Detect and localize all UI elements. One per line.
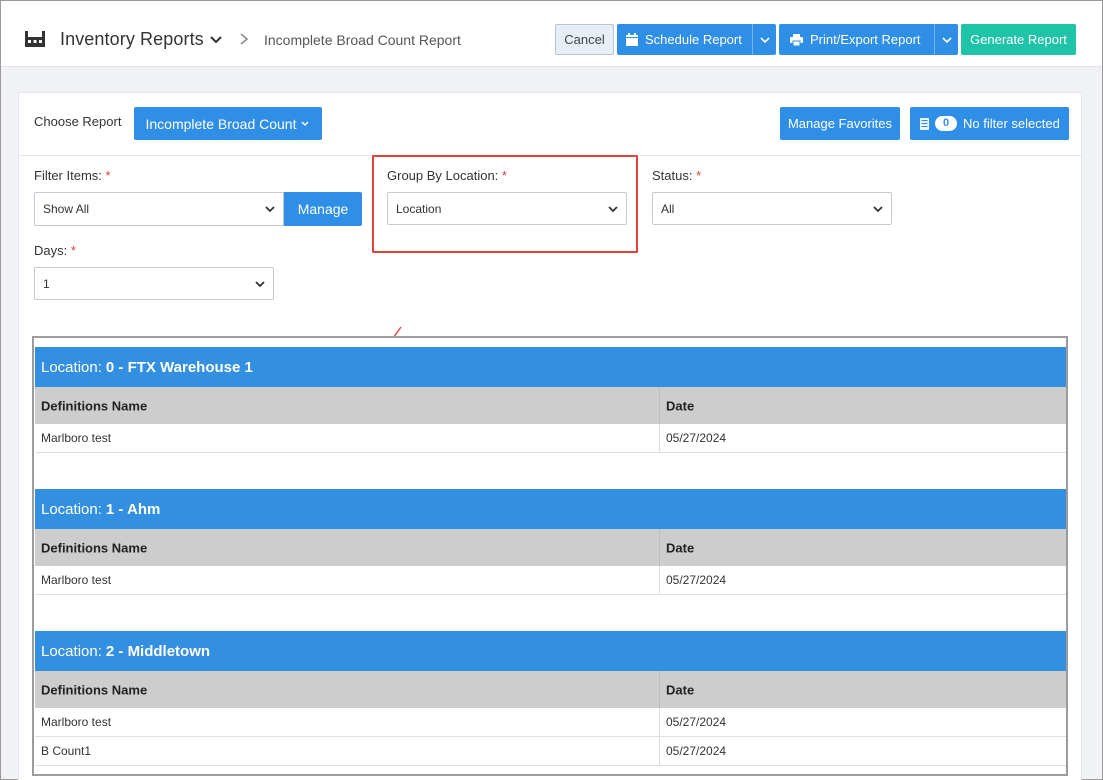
breadcrumb: Incomplete Broad Count Report: [264, 32, 461, 48]
column-definitions-name: Definitions Name: [41, 398, 148, 413]
days-label-text: Days:: [34, 243, 68, 258]
chevron-down-icon: [759, 36, 770, 43]
required-mark: *: [105, 168, 111, 183]
top-header: Inventory Reports Incomplete Broad Count…: [1, 1, 1102, 67]
table-row: Marlboro test 05/27/2024: [35, 708, 1066, 737]
column-date: Date: [666, 398, 695, 413]
date-cell: 05/27/2024: [666, 744, 727, 758]
required-mark: *: [70, 243, 76, 258]
column-date: Date: [666, 682, 695, 697]
choose-report-label: Choose Report: [34, 114, 122, 129]
warehouse-icon: [25, 31, 45, 47]
column-date: Date: [666, 540, 695, 555]
table-header: Definitions Name Date: [35, 671, 1066, 708]
days-value: 1: [43, 276, 50, 291]
location-group-header: Location: 1 - Ahm: [35, 489, 1066, 529]
location-name: 0 - FTX Warehouse 1: [105, 358, 253, 376]
report-output: Location: 0 - FTX Warehouse 1 Definition…: [32, 336, 1068, 776]
location-prefix: Location:: [41, 642, 102, 660]
days-label: Days: *: [34, 243, 76, 258]
definition-name-cell: Marlboro test: [41, 573, 112, 587]
print-export-label: Print/Export Report: [810, 32, 921, 47]
printer-icon: [790, 33, 803, 46]
date-cell: 05/27/2024: [666, 573, 727, 587]
location-group-header: Location: 0 - FTX Warehouse 1: [35, 347, 1066, 387]
print-export-dropdown-toggle[interactable]: [934, 24, 958, 55]
chevron-down-icon: [255, 281, 265, 288]
date-cell: 05/27/2024: [666, 431, 727, 445]
generate-report-label: Generate Report: [970, 32, 1067, 47]
chevron-down-icon: [941, 36, 952, 43]
chevron-down-icon[interactable]: [209, 33, 223, 47]
choose-report-dropdown[interactable]: Incomplete Broad Count: [134, 107, 322, 140]
filter-items-value: Show All: [43, 202, 90, 216]
selected-report: Incomplete Broad Count: [145, 115, 297, 132]
cancel-label: Cancel: [564, 32, 605, 47]
filter-items-select[interactable]: Show All: [34, 192, 284, 226]
filter-count-badge: 0: [935, 116, 957, 131]
print-export-button[interactable]: Print/Export Report: [779, 24, 958, 55]
schedule-dropdown-toggle[interactable]: [752, 24, 776, 55]
schedule-report-label: Schedule Report: [645, 32, 742, 47]
location-group-header: Location: 2 - Middletown: [35, 631, 1066, 671]
location-name: 2 - Middletown: [105, 642, 211, 660]
date-cell: 05/27/2024: [666, 715, 727, 729]
chevron-right-icon: [240, 33, 249, 45]
manage-favorites-button[interactable]: Manage Favorites: [780, 107, 900, 140]
highlight-annotation-box: [372, 155, 638, 253]
table-row: B Count1 05/27/2024: [35, 737, 1066, 766]
manage-favorites-label: Manage Favorites: [787, 116, 893, 131]
table-row: Marlboro test 05/27/2024: [35, 424, 1066, 453]
location-prefix: Location:: [41, 500, 102, 518]
manage-filter-button[interactable]: Manage: [284, 192, 362, 226]
column-definitions-name: Definitions Name: [41, 682, 148, 697]
filter-selector-button[interactable]: 0 No filter selected: [910, 107, 1069, 140]
required-mark: *: [696, 168, 702, 183]
location-prefix: Location:: [41, 358, 102, 376]
days-select[interactable]: 1: [34, 267, 274, 300]
status-label-text: Status:: [652, 168, 693, 183]
calendar-icon: [626, 33, 638, 46]
definition-name-cell: Marlboro test: [41, 715, 112, 729]
definition-name-cell: B Count1: [41, 744, 92, 758]
chevron-down-icon: [301, 120, 310, 126]
column-definitions-name: Definitions Name: [41, 540, 148, 555]
report-settings-card: Choose Report Incomplete Broad Count Man…: [18, 92, 1082, 780]
filter-items-label-text: Filter Items:: [34, 168, 102, 183]
cancel-button[interactable]: Cancel: [555, 24, 614, 55]
generate-report-button[interactable]: Generate Report: [961, 24, 1076, 55]
filter-list-icon: [920, 117, 929, 130]
location-name: 1 - Ahm: [105, 500, 161, 518]
schedule-report-button[interactable]: Schedule Report: [617, 24, 776, 55]
status-select[interactable]: All: [652, 192, 892, 225]
app-title[interactable]: Inventory Reports: [60, 29, 204, 50]
definition-name-cell: Marlboro test: [41, 431, 112, 445]
filter-items-label: Filter Items: *: [34, 168, 111, 183]
chevron-down-icon: [873, 206, 883, 213]
table-header: Definitions Name Date: [35, 387, 1066, 424]
status-label: Status: *: [652, 168, 701, 183]
table-header: Definitions Name Date: [35, 529, 1066, 566]
table-row: Marlboro test 05/27/2024: [35, 566, 1066, 595]
manage-label: Manage: [297, 201, 349, 217]
filter-status-text: No filter selected: [963, 116, 1060, 131]
chevron-down-icon: [265, 206, 275, 213]
status-value: All: [661, 201, 675, 216]
